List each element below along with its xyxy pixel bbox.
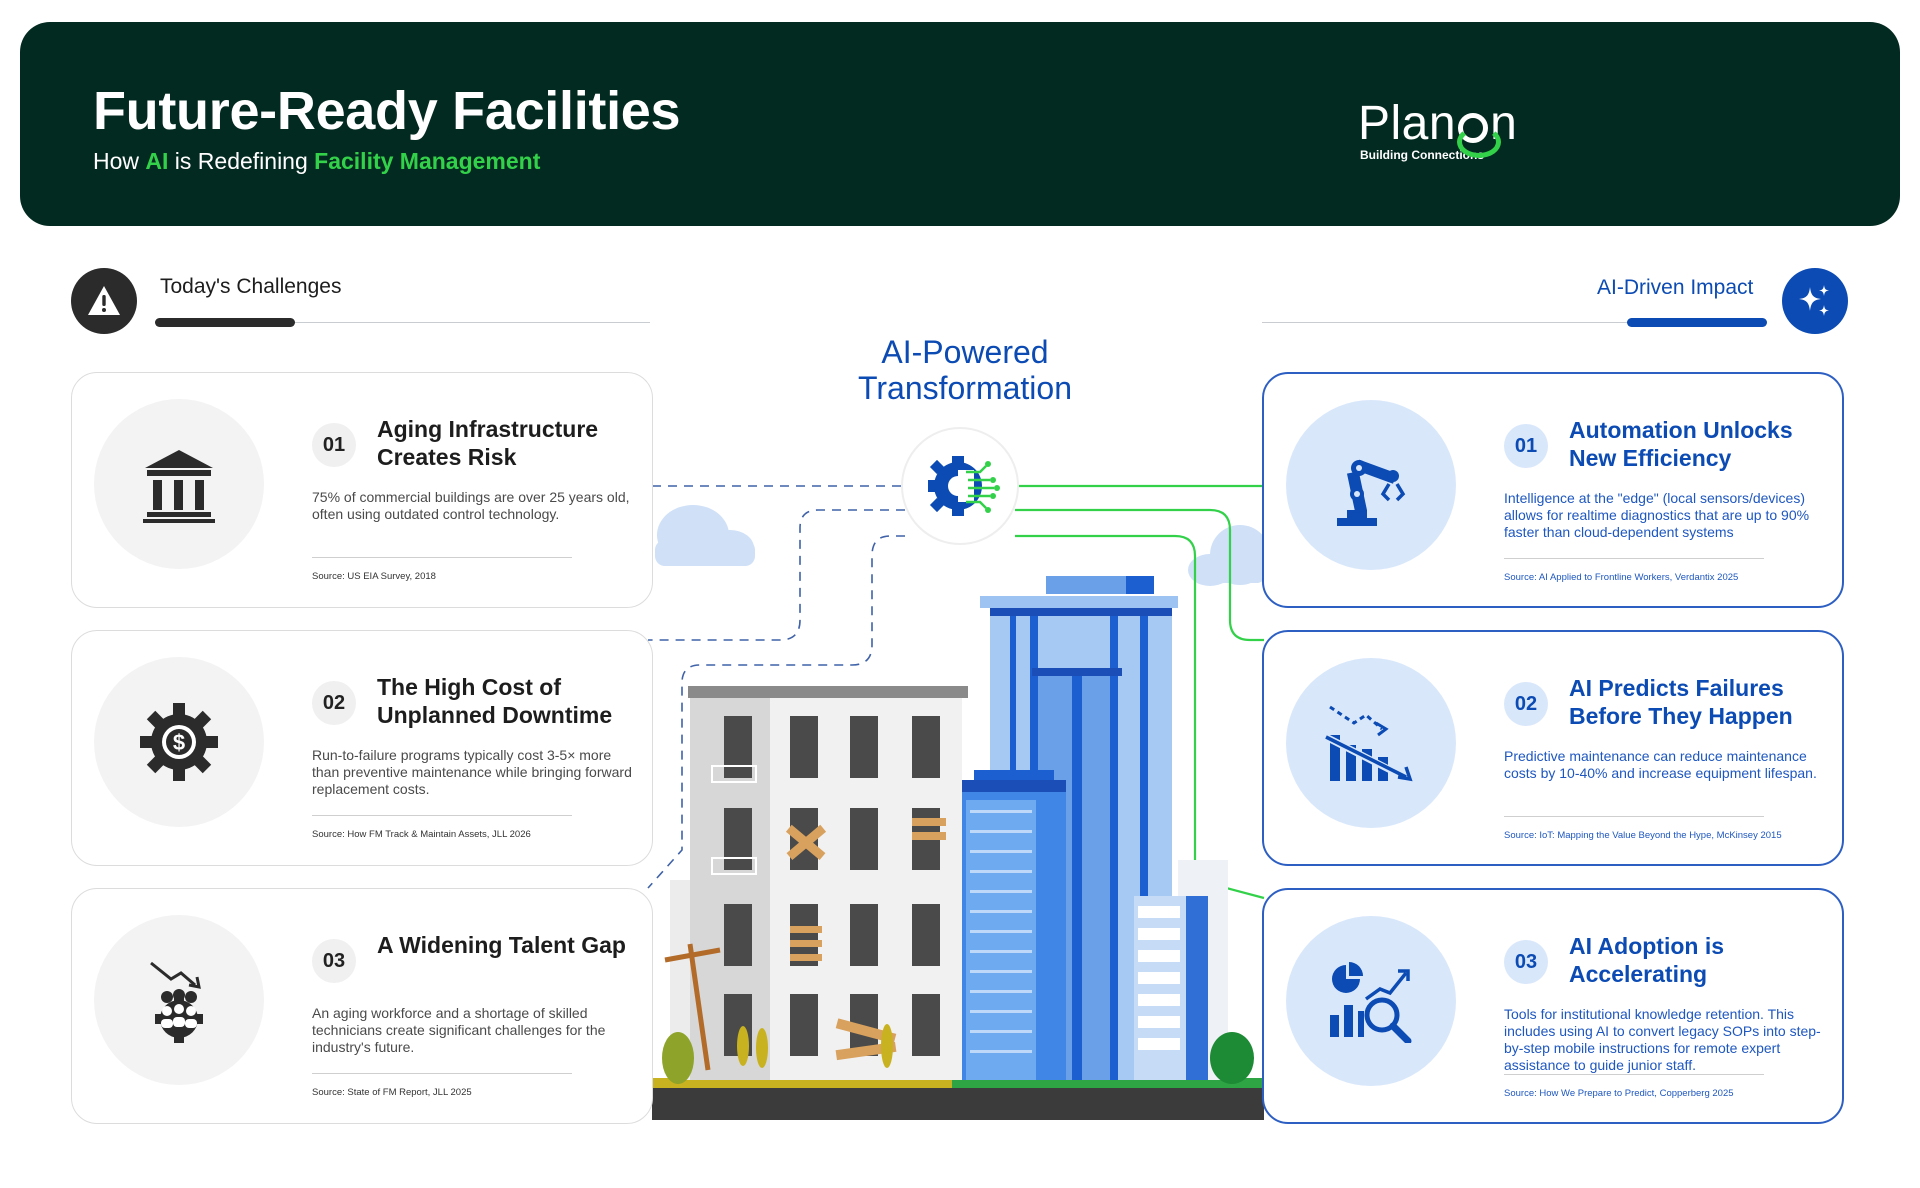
challenge-card-2: $ 02 The High Cost of Unplanned Downtime…	[71, 630, 653, 866]
card-divider	[312, 557, 572, 558]
ai-transformation-title: AI-Powered Transformation	[800, 334, 1130, 406]
impact-card-2: 02 AI Predicts Failures Before They Happ…	[1262, 630, 1844, 866]
card-number: 03	[312, 939, 356, 983]
ai-title-line2: Transformation	[858, 370, 1072, 406]
cloud-left	[655, 505, 755, 566]
gear-dollar-icon: $	[94, 657, 264, 827]
card-description: 75% of commercial buildings are over 25 …	[312, 489, 630, 522]
challenge-card-1: 01 Aging Infrastructure Creates Risk 75%…	[71, 372, 653, 608]
card-source: Source: IoT: Mapping the Value Beyond th…	[1504, 830, 1782, 841]
card-number: 01	[312, 423, 356, 467]
card-source: Source: US EIA Survey, 2018	[312, 571, 436, 582]
card-description: Intelligence at the "edge" (local sensor…	[1504, 490, 1810, 540]
glass-tower	[962, 770, 1066, 1080]
card-source: Source: State of FM Report, JLL 2025	[312, 1087, 472, 1098]
impact-card-1: 01 Automation Unlocks New Efficiency Int…	[1262, 372, 1844, 608]
card-source: Source: How We Prepare to Predict, Coppe…	[1504, 1088, 1734, 1099]
card-description: Tools for institutional knowledge retent…	[1504, 1006, 1821, 1073]
card-source: Source: How FM Track & Maintain Assets, …	[312, 829, 531, 840]
card-title: A Widening Talent Gap	[377, 932, 626, 958]
card-description: An aging workforce and a shortage of ski…	[312, 1005, 606, 1055]
svg-text:$: $	[173, 730, 185, 755]
old-building	[688, 686, 968, 1080]
card-description: Predictive maintenance can reduce mainte…	[1504, 748, 1817, 781]
card-description: Run-to-failure programs typically cost 3…	[312, 747, 632, 797]
bar-chart-decline-icon	[1286, 658, 1456, 828]
analytics-search-icon	[1286, 916, 1456, 1086]
card-title: AI Predicts Failures Before They Happen	[1569, 675, 1793, 729]
card-divider	[1504, 1074, 1764, 1075]
card-title: The High Cost of Unplanned Downtime	[377, 674, 613, 728]
small-office	[1134, 896, 1208, 1080]
card-title: Automation Unlocks New Efficiency	[1569, 417, 1793, 471]
card-source: Source: AI Applied to Frontline Workers,…	[1504, 572, 1739, 583]
card-number: 01	[1504, 424, 1548, 468]
infographic-page: Future-Ready Facilities How AI is Redefi…	[0, 0, 1920, 1188]
card-divider	[1504, 558, 1764, 559]
bank-building-icon	[94, 399, 264, 569]
card-divider	[312, 815, 572, 816]
challenge-card-3: 03 A Widening Talent Gap An aging workfo…	[71, 888, 653, 1124]
ai-title-line1: AI-Powered	[881, 334, 1049, 370]
card-number: 02	[312, 681, 356, 725]
impact-card-3: 03 AI Adoption is Accelerating Tools for…	[1262, 888, 1844, 1124]
card-divider	[312, 1073, 572, 1074]
card-title: AI Adoption is Accelerating	[1569, 933, 1725, 987]
card-divider	[1504, 816, 1764, 817]
card-number: 03	[1504, 940, 1548, 984]
card-title: Aging Infrastructure Creates Risk	[377, 416, 599, 470]
robot-arm-icon	[1286, 400, 1456, 570]
workforce-decline-icon	[94, 915, 264, 1085]
card-number: 02	[1504, 682, 1548, 726]
